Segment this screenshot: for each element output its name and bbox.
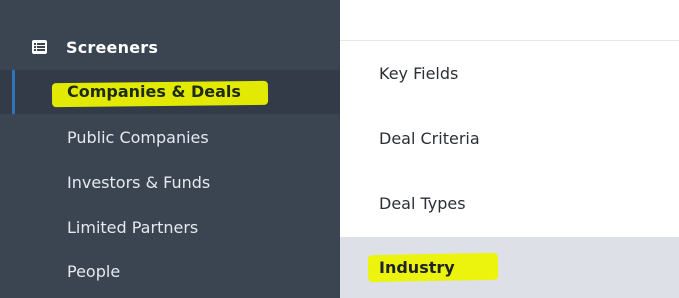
sidebar-item-label: Public Companies: [67, 128, 209, 147]
sidebar-item-label: Limited Partners: [67, 218, 199, 237]
active-indicator: [12, 70, 15, 114]
sidebar-item-limited-partners[interactable]: Limited Partners: [0, 206, 340, 250]
screener-sections-panel: Key Fields Deal Criteria Deal Types Indu…: [340, 0, 679, 298]
sidebar-item-label: Investors & Funds: [67, 173, 211, 192]
section-key-fields[interactable]: Key Fields: [340, 41, 679, 107]
sidebar-item-label: People: [67, 262, 121, 281]
sidebar-title: Screeners: [66, 38, 159, 57]
section-label: Deal Types: [379, 194, 466, 213]
list-icon: [32, 39, 47, 54]
section-label: Deal Criteria: [379, 129, 480, 148]
sidebar-header: Screeners: [0, 30, 340, 66]
sidebar-item-label: Companies & Deals: [67, 82, 241, 101]
sidebar-item-people[interactable]: People: [0, 250, 340, 294]
section-label: Key Fields: [379, 64, 459, 83]
sidebar-item-public-companies[interactable]: Public Companies: [0, 116, 340, 160]
section-label: Industry: [379, 258, 455, 277]
section-deal-criteria[interactable]: Deal Criteria: [340, 107, 679, 173]
sidebar-item-companies-deals[interactable]: Companies & Deals: [0, 70, 340, 114]
screeners-sidebar: Screeners Companies & Deals Public Compa…: [0, 0, 340, 298]
sidebar-item-investors-funds[interactable]: Investors & Funds: [0, 161, 340, 205]
section-industry[interactable]: Industry: [340, 237, 679, 298]
section-deal-types[interactable]: Deal Types: [340, 173, 679, 237]
